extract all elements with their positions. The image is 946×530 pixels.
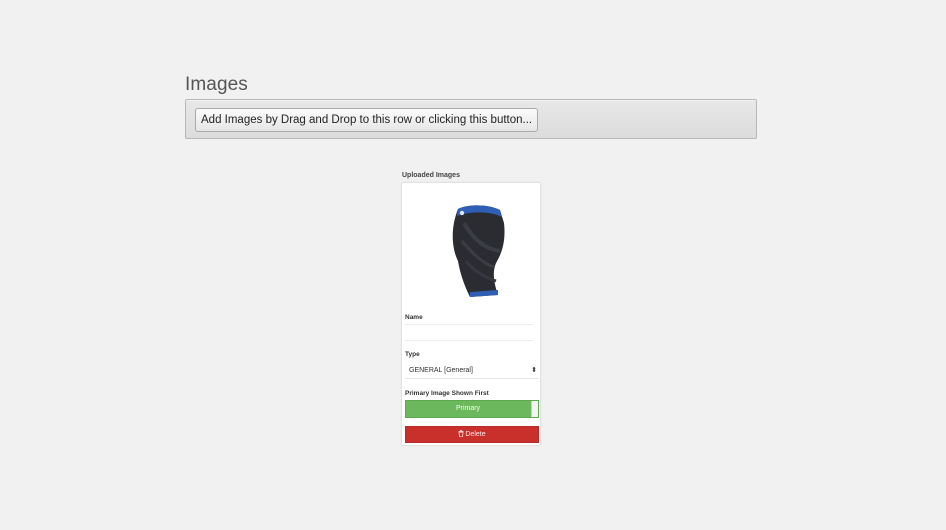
uploaded-images-label: Uploaded Images xyxy=(402,172,460,179)
type-select[interactable]: GENERAL [General] ⬍ xyxy=(405,362,539,379)
uploaded-image-card: Name Type GENERAL [General] ⬍ Primary Im… xyxy=(401,182,541,446)
trash-icon xyxy=(458,430,464,437)
type-selected-value: GENERAL [General] xyxy=(409,367,473,374)
knee-sleeve-image xyxy=(452,205,505,297)
name-input[interactable] xyxy=(405,324,533,341)
toggle-handle[interactable] xyxy=(531,401,538,417)
delete-button[interactable]: Delete xyxy=(405,426,539,443)
delete-label: Delete xyxy=(465,431,486,438)
image-drop-zone[interactable]: Add Images by Drag and Drop to this row … xyxy=(185,99,757,139)
primary-image-label: Primary Image Shown First xyxy=(405,390,489,397)
name-label: Name xyxy=(405,314,423,321)
images-heading: Images xyxy=(185,74,248,95)
type-label: Type xyxy=(405,351,420,358)
add-images-button[interactable]: Add Images by Drag and Drop to this row … xyxy=(195,108,539,132)
select-arrows-icon: ⬍ xyxy=(531,367,537,374)
primary-toggle-label: Primary xyxy=(455,405,481,412)
primary-toggle[interactable]: Primary xyxy=(405,400,539,418)
